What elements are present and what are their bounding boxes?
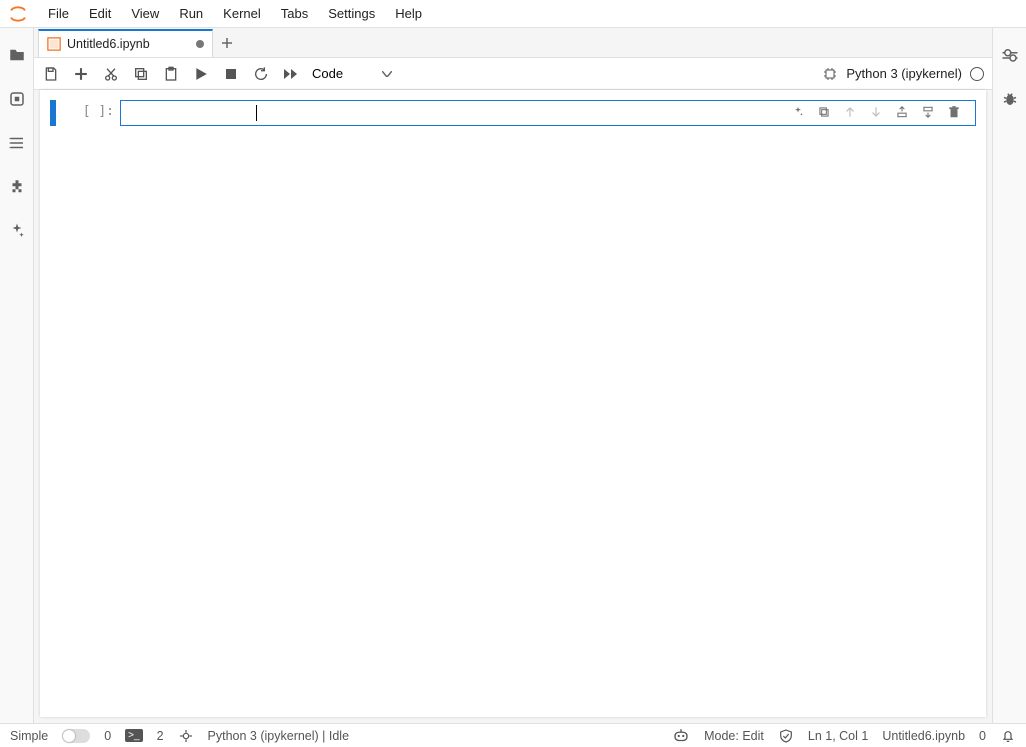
property-inspector-icon[interactable]	[1001, 46, 1019, 64]
menu-view[interactable]: View	[121, 2, 169, 25]
ai-sparkle-icon[interactable]	[8, 222, 26, 240]
trusted-icon[interactable]	[778, 728, 794, 744]
cell-type-select[interactable]: Code Markdown Raw	[312, 66, 392, 81]
extensions-icon[interactable]	[8, 178, 26, 196]
left-activity-bar	[0, 28, 34, 723]
run-icon[interactable]	[192, 65, 210, 83]
paste-icon[interactable]	[162, 65, 180, 83]
simple-mode-label: Simple	[10, 729, 48, 743]
bell-icon[interactable]	[1000, 728, 1016, 744]
lsp-icon[interactable]	[178, 728, 194, 744]
menu-help[interactable]: Help	[385, 2, 432, 25]
add-cell-icon[interactable]	[72, 65, 90, 83]
save-icon[interactable]	[42, 65, 60, 83]
simple-mode-toggle[interactable]	[62, 729, 90, 743]
insert-below-icon[interactable]	[920, 104, 936, 120]
copilot-icon[interactable]	[672, 727, 690, 745]
code-cell[interactable]: [ ]:	[50, 100, 976, 126]
cut-icon[interactable]	[102, 65, 120, 83]
menu-edit[interactable]: Edit	[79, 2, 121, 25]
notification-count[interactable]: 0	[979, 729, 986, 743]
notebook-toolbar: Code Markdown Raw Python 3 (ipykernel)	[34, 58, 992, 90]
menu-bar: File Edit View Run Kernel Tabs Settings …	[0, 0, 1026, 28]
notebook-icon	[47, 37, 61, 51]
stop-icon[interactable]	[222, 65, 240, 83]
fast-forward-icon[interactable]	[282, 65, 300, 83]
tab-bar: Untitled6.ipynb	[34, 28, 992, 58]
delete-cell-icon[interactable]	[946, 104, 962, 120]
cursor-position[interactable]: Ln 1, Col 1	[808, 729, 868, 743]
menu-tabs[interactable]: Tabs	[271, 2, 318, 25]
terminals-count[interactable]: 2	[157, 729, 164, 743]
status-filename[interactable]: Untitled6.ipynb	[882, 729, 965, 743]
toc-icon[interactable]	[8, 134, 26, 152]
kernel-name: Python 3 (ipykernel)	[846, 66, 962, 81]
open-tabs-count[interactable]: 0	[104, 729, 111, 743]
status-bar: Simple 0 >_ 2 Python 3 (ipykernel) | Idl…	[0, 723, 1026, 747]
kernel-chip-icon	[822, 66, 838, 82]
mode-status[interactable]: Mode: Edit	[704, 729, 764, 743]
menu-file[interactable]: File	[38, 2, 79, 25]
copy-icon[interactable]	[132, 65, 150, 83]
menu-settings[interactable]: Settings	[318, 2, 385, 25]
files-icon[interactable]	[8, 46, 26, 64]
restart-icon[interactable]	[252, 65, 270, 83]
kernel-status-text[interactable]: Python 3 (ipykernel) | Idle	[208, 729, 350, 743]
menu-run[interactable]: Run	[169, 2, 213, 25]
running-icon[interactable]	[8, 90, 26, 108]
new-tab-button[interactable]	[213, 29, 241, 57]
cell-toolbar	[790, 104, 962, 120]
move-up-icon[interactable]	[842, 104, 858, 120]
cell-exec-indicator	[50, 100, 56, 126]
right-activity-bar	[992, 28, 1026, 723]
terminal-icon[interactable]: >_	[125, 729, 142, 742]
notebook-body: [ ]:	[40, 90, 986, 717]
duplicate-cell-icon[interactable]	[816, 104, 832, 120]
text-cursor-icon	[256, 105, 257, 121]
kernel-indicator[interactable]: Python 3 (ipykernel)	[822, 66, 984, 82]
tab-untitled6[interactable]: Untitled6.ipynb	[38, 29, 213, 57]
debugger-icon[interactable]	[1001, 90, 1019, 108]
ai-assist-icon[interactable]	[790, 104, 806, 120]
cell-prompt: [ ]:	[68, 100, 120, 119]
menu-kernel[interactable]: Kernel	[213, 2, 271, 25]
insert-above-icon[interactable]	[894, 104, 910, 120]
tab-title: Untitled6.ipynb	[67, 37, 150, 51]
kernel-status-circle-icon	[970, 67, 984, 81]
jupyter-logo-icon	[8, 4, 28, 24]
unsaved-indicator-icon	[196, 40, 204, 48]
move-down-icon[interactable]	[868, 104, 884, 120]
